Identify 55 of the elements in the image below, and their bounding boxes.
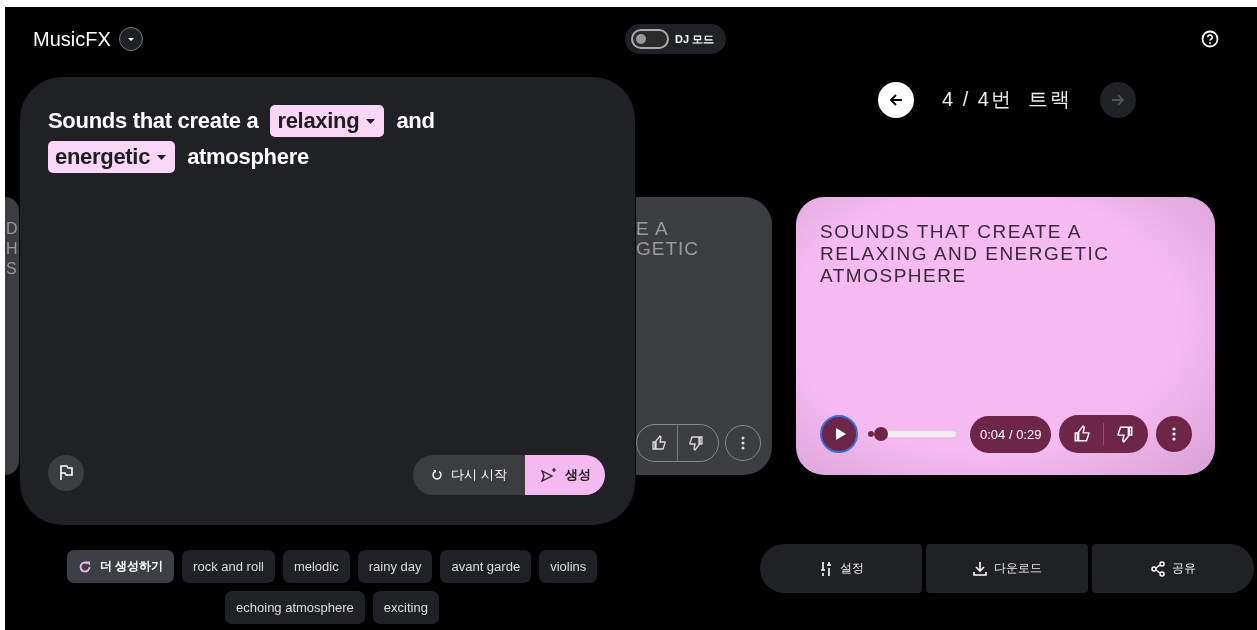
- card-title-fragment: D: [5, 219, 19, 239]
- app-menu-button[interactable]: [118, 27, 143, 51]
- app-title: MusicFX: [33, 27, 111, 51]
- back-arrow-icon[interactable]: [889, 93, 903, 107]
- action-button[interactable]: 공유: [1092, 544, 1254, 593]
- slider-fill: [868, 431, 875, 437]
- action-button[interactable]: 다운로드: [926, 544, 1088, 593]
- generate-button[interactable]: 생성: [525, 455, 605, 495]
- prompt-text: atmosphere: [187, 144, 309, 170]
- suggestion-chip[interactable]: exciting: [372, 591, 439, 624]
- previous-track-button[interactable]: [878, 82, 914, 118]
- thumbs-up-icon[interactable]: [1073, 425, 1092, 443]
- card-title-fragment: E A: [636, 219, 670, 239]
- suggestion-chip[interactable]: melodic: [282, 550, 350, 583]
- card-title-fragment: S: [5, 259, 18, 279]
- more-icon[interactable]: [1172, 427, 1177, 441]
- rating-buttons[interactable]: [1059, 415, 1149, 453]
- suggestion-chip[interactable]: violins: [539, 550, 598, 583]
- suggestion-chip[interactable]: avant garde: [440, 550, 532, 583]
- generate-more-button[interactable]: 더 생성하기: [66, 550, 175, 583]
- restart-icon[interactable]: [431, 469, 444, 481]
- more-icon[interactable]: [741, 436, 745, 450]
- playback-time: 0:04 / 0:29: [970, 415, 1052, 453]
- caret-icon[interactable]: [126, 36, 135, 42]
- sliders-icon[interactable]: [818, 560, 834, 577]
- suggestion-chip[interactable]: rock and roll: [182, 550, 275, 583]
- prompt-text: and: [396, 108, 435, 134]
- restart-button[interactable]: 다시 시작: [413, 455, 525, 495]
- caret-icon[interactable]: [366, 118, 376, 124]
- send-sparkle-icon[interactable]: [541, 468, 557, 482]
- more-button[interactable]: [1156, 416, 1193, 452]
- suggestion-chip[interactable]: echoing atmosphere: [225, 591, 365, 624]
- share-icon[interactable]: [1150, 560, 1166, 577]
- prompt-text: Sounds that create a: [48, 108, 259, 134]
- card-title-fragment: GETIC: [636, 239, 701, 259]
- suggestion-chip[interactable]: rainy day: [357, 550, 433, 583]
- track-title: SOUNDS THAT CREATE A RELAXING AND ENERGETIC ATMOSPHERE: [820, 221, 1111, 287]
- flag-icon[interactable]: [59, 465, 73, 481]
- refresh-icon[interactable]: [77, 559, 92, 574]
- thumbs-down-icon[interactable]: [1116, 425, 1135, 443]
- help-icon[interactable]: [1201, 30, 1219, 48]
- caret-icon[interactable]: [157, 154, 167, 160]
- play-button[interactable]: [820, 415, 858, 453]
- thumbs-down-icon[interactable]: [688, 435, 704, 451]
- download-icon[interactable]: [972, 560, 988, 577]
- dj-mode-toggle[interactable]: DJ 모드: [624, 24, 727, 54]
- card-title-fragment: H: [5, 239, 19, 259]
- slider-thumb[interactable]: [874, 427, 889, 441]
- prompt-dropdown[interactable]: energetic: [48, 141, 176, 173]
- flag-button[interactable]: [48, 455, 84, 491]
- thumbs-up-icon[interactable]: [651, 435, 667, 451]
- play-icon[interactable]: [835, 428, 846, 440]
- prompt-dropdown[interactable]: relaxing: [270, 105, 385, 137]
- track-counter: 4 / 4번 트랙: [942, 87, 1073, 112]
- action-button[interactable]: 설정: [760, 544, 922, 593]
